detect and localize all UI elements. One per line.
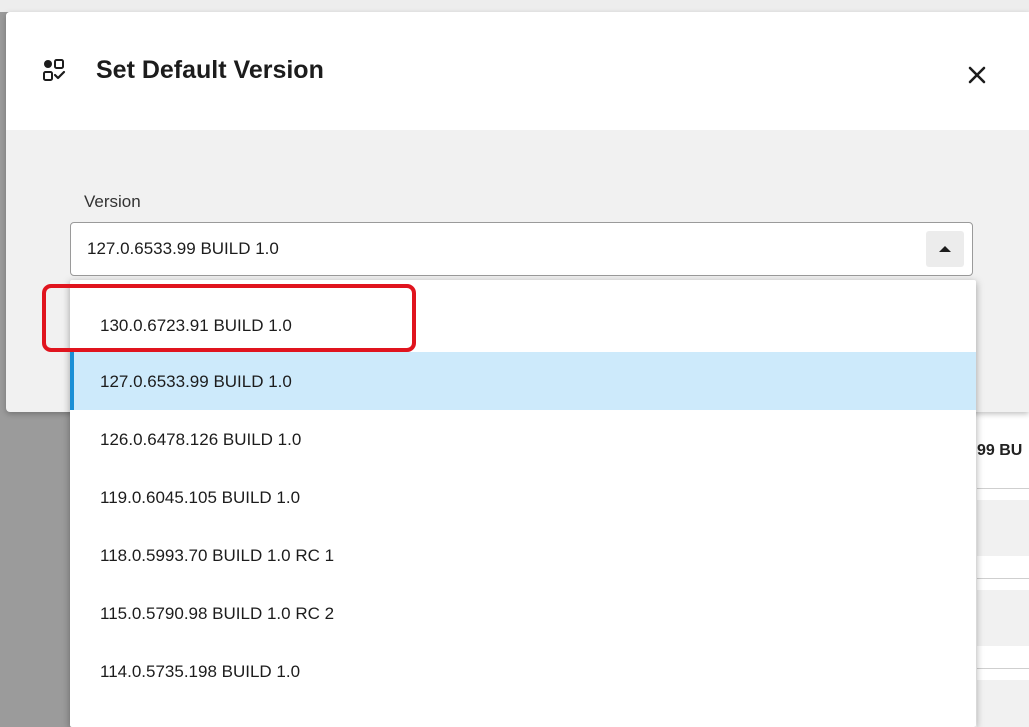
version-option-label: 119.0.6045.105 BUILD 1.0 — [100, 488, 301, 507]
background-divider — [977, 488, 1029, 489]
version-option-label: 114.0.5735.198 BUILD 1.0 — [100, 662, 301, 681]
version-option-label: 115.0.5790.98 BUILD 1.0 RC 2 — [100, 604, 335, 623]
version-select-value: 127.0.6533.99 BUILD 1.0 — [87, 239, 279, 258]
background-divider — [977, 668, 1029, 669]
background-version-text: 99 BU — [977, 442, 1023, 459]
version-option-label: 126.0.6478.126 BUILD 1.0 — [100, 430, 302, 449]
version-option-label: 130.0.6723.91 BUILD 1.0 — [100, 316, 292, 335]
dropdown-toggle-button[interactable] — [926, 231, 964, 267]
close-icon — [968, 66, 986, 84]
close-button[interactable] — [960, 56, 996, 92]
background-row — [977, 500, 1029, 556]
background-row — [977, 680, 1029, 727]
version-option-selected[interactable]: 127.0.6533.99 BUILD 1.0 — [70, 352, 976, 410]
version-option[interactable]: 126.0.6478.126 BUILD 1.0 — [70, 410, 976, 468]
version-option[interactable]: 115.0.5790.98 BUILD 1.0 RC 2 — [70, 584, 976, 642]
version-select[interactable]: 127.0.6533.99 BUILD 1.0 — [70, 222, 973, 276]
version-option[interactable]: 114.0.5735.198 BUILD 1.0 — [70, 642, 976, 700]
caret-up-icon — [939, 246, 951, 252]
dialog-header: Set Default Version — [6, 12, 1029, 130]
background-panel: 99 BU — [975, 410, 1029, 727]
version-option-label: 118.0.5993.70 BUILD 1.0 RC 1 — [100, 546, 335, 565]
page-backdrop-top — [0, 0, 1029, 12]
background-divider — [977, 578, 1029, 579]
version-option-label: 127.0.6533.99 BUILD 1.0 — [100, 372, 292, 391]
version-option[interactable]: 119.0.6045.105 BUILD 1.0 — [70, 468, 976, 526]
dialog-title: Set Default Version — [96, 56, 324, 84]
version-option[interactable]: 118.0.5993.70 BUILD 1.0 RC 1 — [70, 526, 976, 584]
version-field-label: Version — [84, 192, 141, 211]
version-grid-icon — [43, 59, 66, 81]
version-dropdown-list: 130.0.6723.91 BUILD 1.0 127.0.6533.99 BU… — [70, 280, 976, 727]
background-row — [977, 590, 1029, 646]
version-option[interactable]: 130.0.6723.91 BUILD 1.0 — [70, 296, 976, 354]
